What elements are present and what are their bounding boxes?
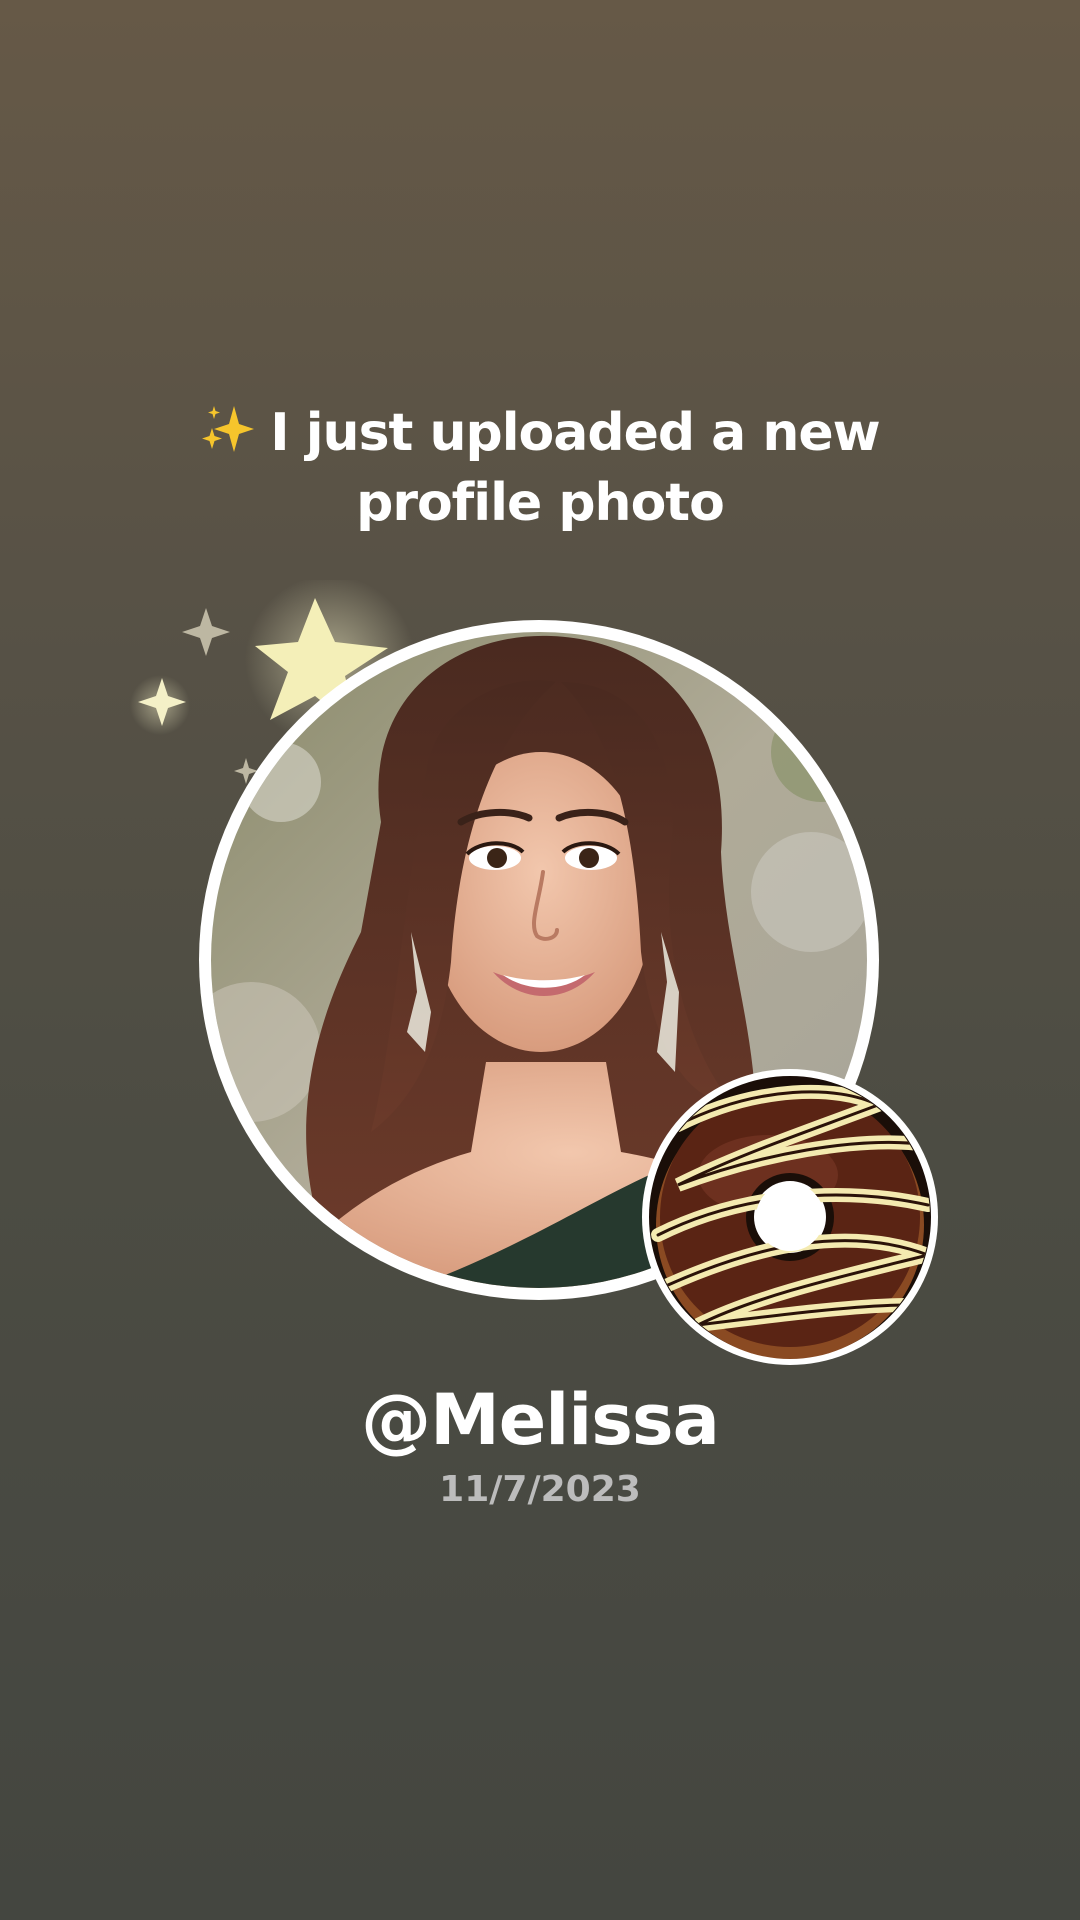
announcement-line-1-text: I just uploaded a new	[270, 403, 880, 463]
announcement-line-2: profile photo	[356, 473, 725, 533]
username[interactable]: @Melissa	[0, 1372, 1080, 1468]
announcement-text: I just uploaded a new profile photo	[0, 398, 1080, 538]
announcement-line-1: I just uploaded a new	[0, 398, 1080, 468]
upload-date: 11/7/2023	[439, 1469, 641, 1510]
sparkles-icon	[202, 406, 255, 452]
donut-sticker	[642, 1069, 938, 1365]
